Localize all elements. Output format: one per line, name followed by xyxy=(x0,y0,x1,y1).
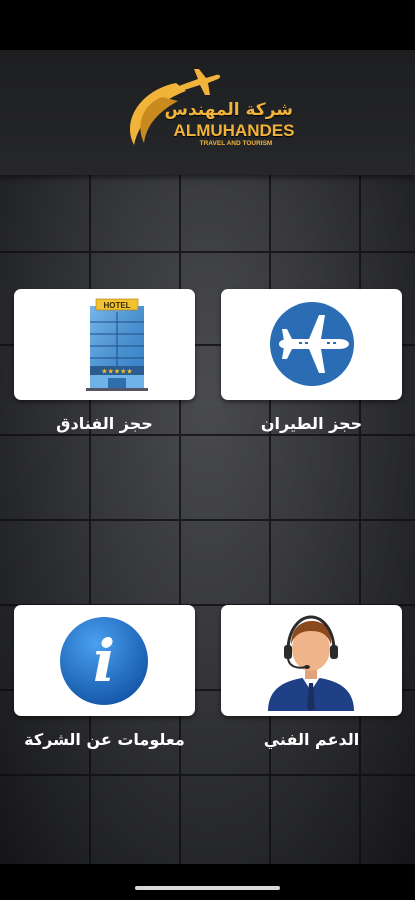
flight-booking-label: حجز الطيران xyxy=(260,414,363,433)
status-bar xyxy=(0,0,415,50)
technical-support-label: الدعم الفني xyxy=(263,730,360,749)
header: شركة المهندس ALMUHANDES TRAVEL AND TOURI… xyxy=(0,50,415,175)
app-screen: شركة المهندس ALMUHANDES TRAVEL AND TOURI… xyxy=(0,50,415,864)
hotel-booking-button[interactable]: HOTEL ★★★★★ xyxy=(14,289,195,400)
home-indicator[interactable] xyxy=(135,886,280,890)
company-info-label: معلومات عن الشركة xyxy=(24,730,185,749)
technical-support-button[interactable] xyxy=(221,605,402,716)
company-info-button[interactable]: i xyxy=(14,605,195,716)
hotel-sign: HOTEL xyxy=(103,301,130,310)
airplane-icon xyxy=(270,302,354,386)
flight-booking-button[interactable] xyxy=(221,289,402,400)
logo-arabic-name: شركة المهندس xyxy=(164,100,293,120)
logo-tagline: TRAVEL AND TOURISM xyxy=(199,140,273,147)
company-logo: شركة المهندس ALMUHANDES TRAVEL AND TOURI… xyxy=(116,65,296,155)
hotel-stars: ★★★★★ xyxy=(101,368,132,376)
hotel-building-icon: HOTEL ★★★★★ xyxy=(86,298,148,391)
logo-english-name: ALMUHANDES xyxy=(173,121,295,140)
system-navigation-bar xyxy=(0,864,415,900)
info-glyph: i xyxy=(93,627,115,695)
hotel-booking-label: حجز الفنادق xyxy=(56,414,153,433)
info-icon: i xyxy=(60,617,148,705)
support-agent-icon xyxy=(268,615,354,711)
